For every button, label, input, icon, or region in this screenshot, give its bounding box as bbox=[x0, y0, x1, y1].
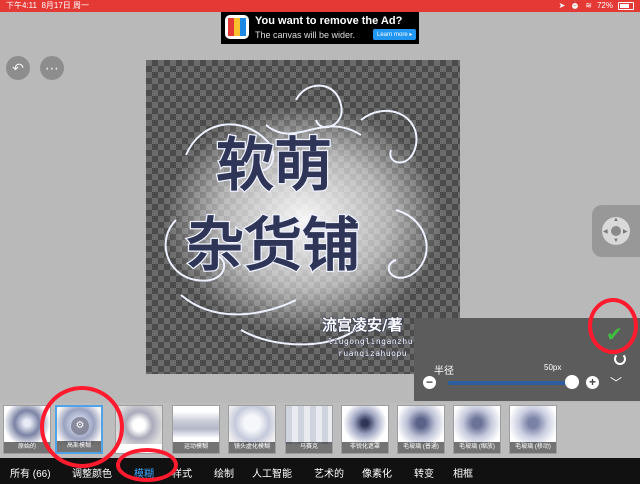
radius-value: 50px bbox=[544, 363, 562, 372]
tab-8[interactable]: 转变 bbox=[414, 465, 434, 480]
tab-9[interactable]: 相框 bbox=[453, 465, 473, 480]
tab-6[interactable]: 艺术的 bbox=[314, 465, 344, 480]
arrow-down-icon[interactable]: ▼ bbox=[613, 238, 619, 244]
status-date: 8月17日 周一 bbox=[41, 1, 90, 10]
refresh-icon[interactable] bbox=[614, 353, 626, 365]
annotation-circle-gaussian bbox=[40, 386, 124, 468]
filter-preview bbox=[454, 406, 500, 444]
move-pad[interactable]: ▲ ▼ ◀ ▶ bbox=[592, 205, 640, 257]
radius-slider-handle[interactable] bbox=[565, 375, 580, 389]
menu-button[interactable]: ⋯ bbox=[40, 56, 64, 80]
filter-preview bbox=[173, 406, 219, 444]
undo-icon: ↶ bbox=[12, 59, 24, 76]
art-author: 流宫凌安/著 bbox=[322, 316, 402, 334]
status-time-date: 下午4:11 8月17日 周一 bbox=[6, 0, 89, 12]
undo-button[interactable]: ↶ bbox=[6, 56, 30, 80]
battery-icon bbox=[618, 2, 634, 10]
annotation-circle-confirm bbox=[588, 298, 638, 354]
filter-thumbnail-label: 毛玻璃 (普通) bbox=[398, 442, 444, 453]
dpad-center bbox=[611, 226, 621, 236]
filter-thumbnail-label: 毛玻璃 (缩放) bbox=[454, 442, 500, 453]
radius-slider-fill bbox=[448, 381, 573, 385]
artwork: 软萌 杂货铺 流宫凌安/著 liugonglinganzhu ruanqizah… bbox=[164, 84, 444, 358]
tab-4[interactable]: 绘制 bbox=[214, 465, 234, 480]
radius-label: 半径 bbox=[434, 366, 454, 377]
arrow-left-icon[interactable]: ◀ bbox=[603, 228, 608, 235]
wifi-icon: ≋ bbox=[585, 1, 592, 10]
art-title-line1: 软萌 bbox=[216, 131, 332, 199]
filter-thumbnail-label: 运动模糊 bbox=[173, 442, 219, 453]
tab-0[interactable]: 所有 (66) bbox=[10, 465, 51, 480]
alarm-icon: ⏰ bbox=[570, 1, 581, 10]
filter-preview bbox=[398, 406, 444, 444]
filter-thumbnail[interactable]: 运动模糊 bbox=[172, 405, 220, 454]
filter-thumbnail[interactable]: 镜头虚化模糊 bbox=[228, 405, 276, 454]
filter-preview bbox=[342, 406, 388, 444]
filter-thumbnail[interactable]: 马赛克 bbox=[285, 405, 333, 454]
status-icons: ➤ ⏰ ≋ 72% bbox=[559, 0, 634, 12]
art-title-line2: 杂货铺 bbox=[186, 211, 360, 279]
menu-icon: ⋯ bbox=[45, 59, 59, 76]
ad-subline: The canvas will be wider. bbox=[255, 30, 356, 40]
ad-banner[interactable]: You want to remove the Ad? The canvas wi… bbox=[221, 12, 419, 44]
tab-5[interactable]: 人工智能 bbox=[252, 465, 292, 480]
filter-thumbnail[interactable]: 毛玻璃 (普通) bbox=[397, 405, 445, 454]
battery-percent: 72% bbox=[596, 1, 613, 10]
chevron-down-icon[interactable]: ﹀ bbox=[610, 374, 622, 391]
filter-preview bbox=[510, 406, 556, 444]
filter-thumbnail-label: 镜头虚化模糊 bbox=[229, 442, 275, 453]
art-pinyin-1: liugonglinganzhu bbox=[328, 337, 413, 346]
app-logo-icon bbox=[225, 15, 249, 39]
location-icon: ➤ bbox=[558, 1, 566, 10]
arrow-up-icon[interactable]: ▲ bbox=[613, 217, 619, 223]
annotation-circle-blur-tab bbox=[116, 448, 178, 482]
radius-decrease-button[interactable]: − bbox=[423, 376, 436, 389]
filter-thumbnail[interactable]: 非锐化遮罩 bbox=[341, 405, 389, 454]
tab-7[interactable]: 像素化 bbox=[362, 465, 392, 480]
filter-preview bbox=[286, 406, 332, 444]
filter-thumbnail-label: 毛玻璃 (移动) bbox=[510, 442, 556, 453]
filter-thumbnail[interactable]: 毛玻璃 (移动) bbox=[509, 405, 557, 454]
status-time: 下午4:11 bbox=[6, 1, 37, 10]
art-pinyin-2: ruanqizahuopu bbox=[338, 349, 407, 358]
filter-thumbnail-label: 非锐化遮罩 bbox=[342, 442, 388, 453]
image-canvas[interactable]: 软萌 杂货铺 流宫凌安/著 liugonglinganzhu ruanqizah… bbox=[146, 60, 460, 374]
radius-increase-button[interactable]: + bbox=[586, 376, 599, 389]
arrow-right-icon[interactable]: ▶ bbox=[623, 228, 628, 235]
filter-thumbnail-label: 马赛克 bbox=[286, 442, 332, 453]
ad-headline: You want to remove the Ad? bbox=[255, 15, 403, 27]
status-bar: 下午4:11 8月17日 周一 ➤ ⏰ ≋ 72% bbox=[0, 0, 640, 12]
filter-preview bbox=[229, 406, 275, 444]
ad-learn-more-button[interactable]: Learn more ▸ bbox=[373, 29, 417, 40]
filter-thumbnail[interactable]: 毛玻璃 (缩放) bbox=[453, 405, 501, 454]
